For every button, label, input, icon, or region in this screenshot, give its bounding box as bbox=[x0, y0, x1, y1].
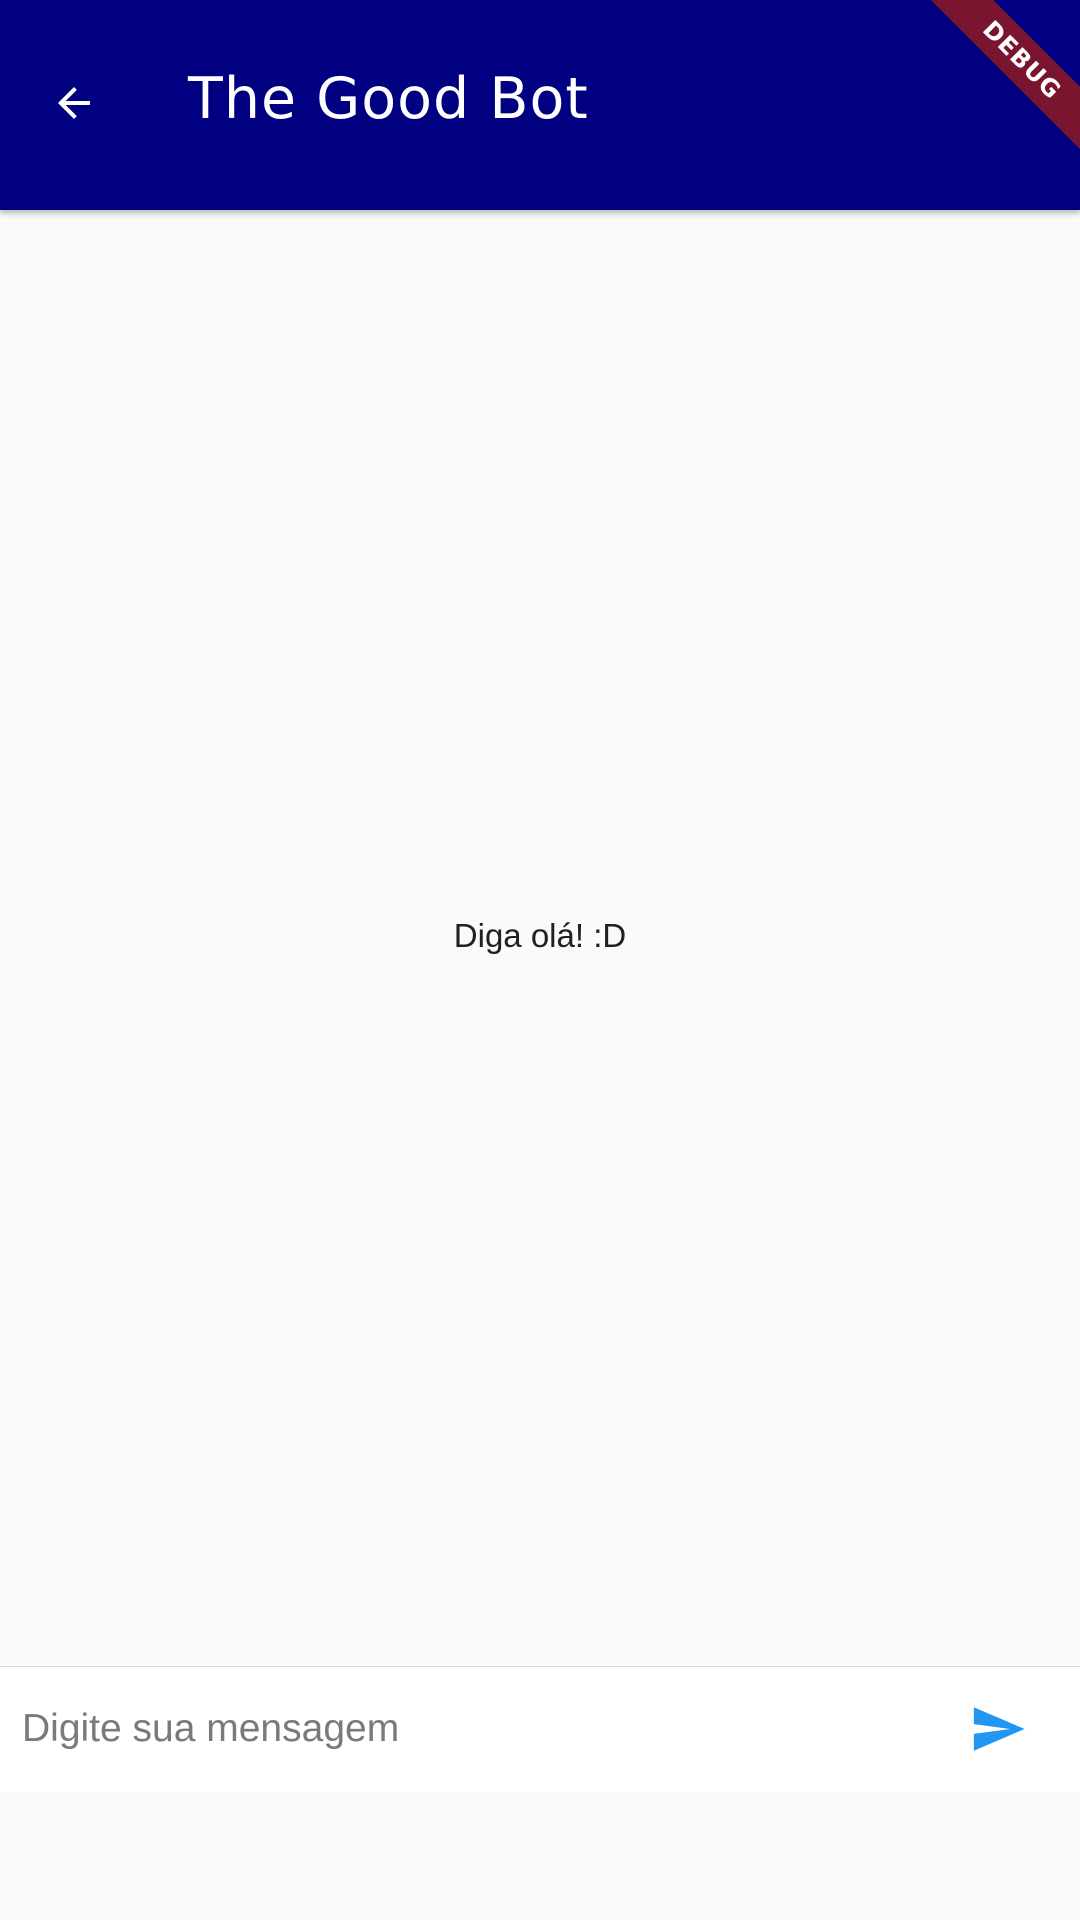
app-screen: The Good Bot DEBUG Diga olá! :D bbox=[0, 0, 1080, 1920]
page-title: The Good Bot bbox=[188, 66, 589, 132]
send-button[interactable] bbox=[950, 1666, 1046, 1792]
back-button[interactable] bbox=[38, 67, 110, 139]
bottom-spacer bbox=[0, 1792, 1080, 1920]
send-icon bbox=[973, 1707, 1025, 1751]
chat-message-list: Diga olá! :D bbox=[0, 210, 1080, 1666]
app-bar: The Good Bot bbox=[0, 0, 1080, 210]
empty-state-text: Diga olá! :D bbox=[453, 917, 627, 954]
arrow-left-icon bbox=[58, 87, 90, 119]
message-input[interactable] bbox=[22, 1689, 902, 1769]
message-composer bbox=[0, 1666, 1080, 1792]
